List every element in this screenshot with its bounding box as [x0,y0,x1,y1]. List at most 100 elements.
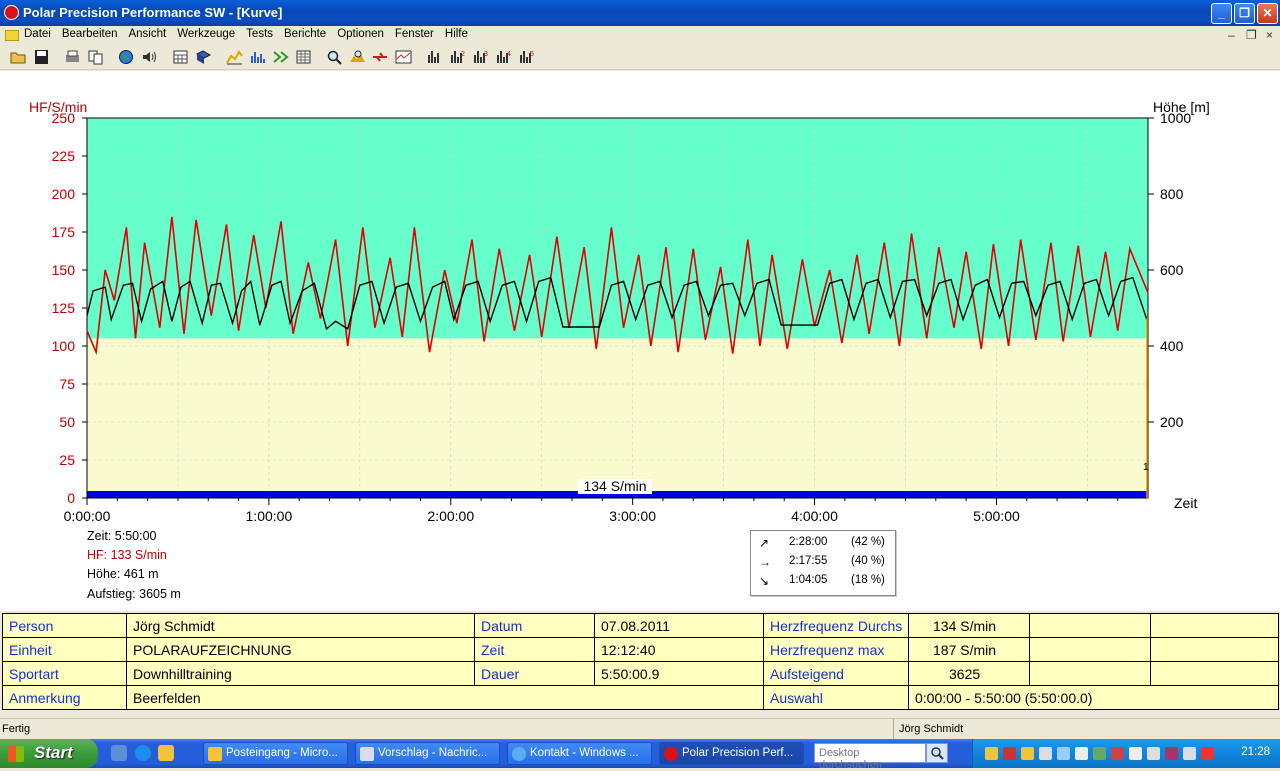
chart3-icon[interactable]: 3 [472,49,489,65]
alert-icon[interactable] [1201,747,1214,760]
chart5-icon[interactable]: 5 [518,49,535,65]
menu-optionen[interactable]: Optionen [337,28,384,40]
outlook-icon[interactable] [158,745,174,761]
sound-icon[interactable] [141,49,158,65]
toolbar: 2 3 4 5 [0,45,1280,70]
auswahl-value: 0:00:00 - 5:50:00 (5:50:00.0) [908,685,1279,710]
shield-icon[interactable] [985,747,998,760]
table-row: Person Jörg Schmidt Datum 07.08.2011 Her… [2,613,1279,638]
empty-cell [1150,613,1279,638]
y-left-tick-label: 100 [52,338,76,354]
search-tray-icon[interactable] [1057,747,1070,760]
chart4-icon[interactable]: 4 [495,49,512,65]
svg-text:2: 2 [461,51,465,58]
task-label: Vorschlag - Nachric... [378,747,488,759]
x-tick-label: 2:00:00 [427,508,474,524]
desktop-search-input[interactable]: Desktop durchsuchen [814,743,926,771]
mdi-minimize-button[interactable]: – [1228,28,1235,42]
update-icon[interactable] [1093,747,1106,760]
cursor-hf: HF: 133 S/min [87,548,167,562]
show-desktop-icon[interactable] [111,745,127,761]
taskbar-item-posteingang[interactable]: Posteingang - Micro... [203,742,348,765]
app-tray-icon[interactable] [1165,747,1178,760]
curve-icon[interactable] [226,49,243,65]
table-icon[interactable] [295,49,312,65]
book-icon[interactable] [195,49,212,65]
y-left-tick-label: 0 [67,490,75,506]
table-row: Sportart Downhilltraining Dauer 5:50:00.… [2,661,1279,686]
monitor-icon[interactable] [1075,747,1088,760]
zoom-icon[interactable] [326,49,343,65]
close-button[interactable]: ✕ [1257,3,1278,24]
hf-avg-value: 134 S/min [908,613,1030,638]
stats-pct: (40 %) [851,555,885,567]
compare-icon[interactable] [272,49,289,65]
menu-tests[interactable]: Tests [246,28,273,40]
mdi-close-button[interactable]: × [1266,28,1273,42]
globe-icon[interactable] [118,49,135,65]
bar-chart-icon[interactable] [249,49,266,65]
start-button[interactable]: Start [0,739,98,768]
calendar-icon[interactable] [172,49,189,65]
menu-fenster[interactable]: Fenster [395,28,434,40]
document-icon [5,30,19,41]
zeit-value: 12:12:40 [594,637,764,662]
empty-cell [1029,637,1151,662]
menu-werkzeuge[interactable]: Werkzeuge [177,28,235,40]
system-tray: 21:28 [972,739,1280,768]
graph-icon[interactable] [395,49,412,65]
restore-button[interactable]: ❐ [1234,3,1255,24]
polar-icon [664,747,678,761]
hf-max-label: Herzfrequenz max [763,637,909,662]
empty-cell [1029,661,1151,686]
cursor-time: Zeit: 5:50:00 [87,529,157,543]
hr-altitude-chart[interactable]: 1250225200175150125100755025010008006004… [0,71,1280,531]
task-label: Kontakt - Windows ... [530,747,639,759]
network-icon[interactable] [1039,747,1052,760]
cursor-altitude: Höhe: 461 m [87,567,159,581]
einheit-label: Einheit [2,637,127,662]
taskbar-item-kontakt[interactable]: Kontakt - Windows ... [507,742,652,765]
mail-icon [360,747,374,761]
menu-hilfe[interactable]: Hilfe [445,28,468,40]
copy-icon[interactable] [87,49,104,65]
y-right-tick-label: 800 [1160,186,1184,202]
menu-berichte[interactable]: Berichte [284,28,326,40]
chart2-icon[interactable]: 2 [449,49,466,65]
ie-icon[interactable] [135,745,151,761]
status-bar: Fertig Jörg Schmidt [0,718,1280,739]
empty-cell [1150,637,1279,662]
menu-bearbeiten[interactable]: Bearbeiten [62,28,118,40]
title-bar: Polar Precision Performance SW - [Kurve]… [0,0,1280,26]
clock-tray-icon[interactable] [1183,747,1196,760]
usb-icon[interactable] [1147,747,1160,760]
taskbar-item-polar[interactable]: Polar Precision Perf... [659,742,804,765]
stats-time: 2:17:55 [789,555,828,567]
search-icon[interactable] [926,743,948,763]
antivirus-icon[interactable] [1111,747,1124,760]
y-left-tick-label: 75 [59,376,75,392]
chart1-icon[interactable] [426,49,443,65]
sportart-label: Sportart [2,661,127,686]
transfer-icon[interactable] [372,49,389,65]
task-label: Polar Precision Perf... [682,747,794,759]
open-icon[interactable] [10,49,27,65]
minimize-button[interactable]: _ [1211,3,1232,24]
volume-icon[interactable] [1129,747,1142,760]
y-right-tick-label: 600 [1160,262,1184,278]
print-icon[interactable] [64,49,81,65]
hf-icon[interactable] [349,49,366,65]
mdi-restore-button[interactable]: ❐ [1246,28,1257,42]
menu-datei[interactable]: Datei [24,28,51,40]
task-label: Posteingang - Micro... [226,747,338,759]
slope-stats-box: ↗ 2:28:00 (42 %) → 2:17:55 (40 %) ↘ 1:04… [750,530,896,596]
person-label: Person [2,613,127,638]
dauer-label: Dauer [474,661,595,686]
svg-text:5: 5 [530,51,534,58]
outlook-icon[interactable] [1021,747,1034,760]
taskbar-item-vorschlag[interactable]: Vorschlag - Nachric... [355,742,500,765]
y-left-tick-label: 200 [52,186,76,202]
adobe-icon[interactable] [1003,747,1016,760]
save-icon[interactable] [33,49,50,65]
menu-ansicht[interactable]: Ansicht [128,28,166,40]
